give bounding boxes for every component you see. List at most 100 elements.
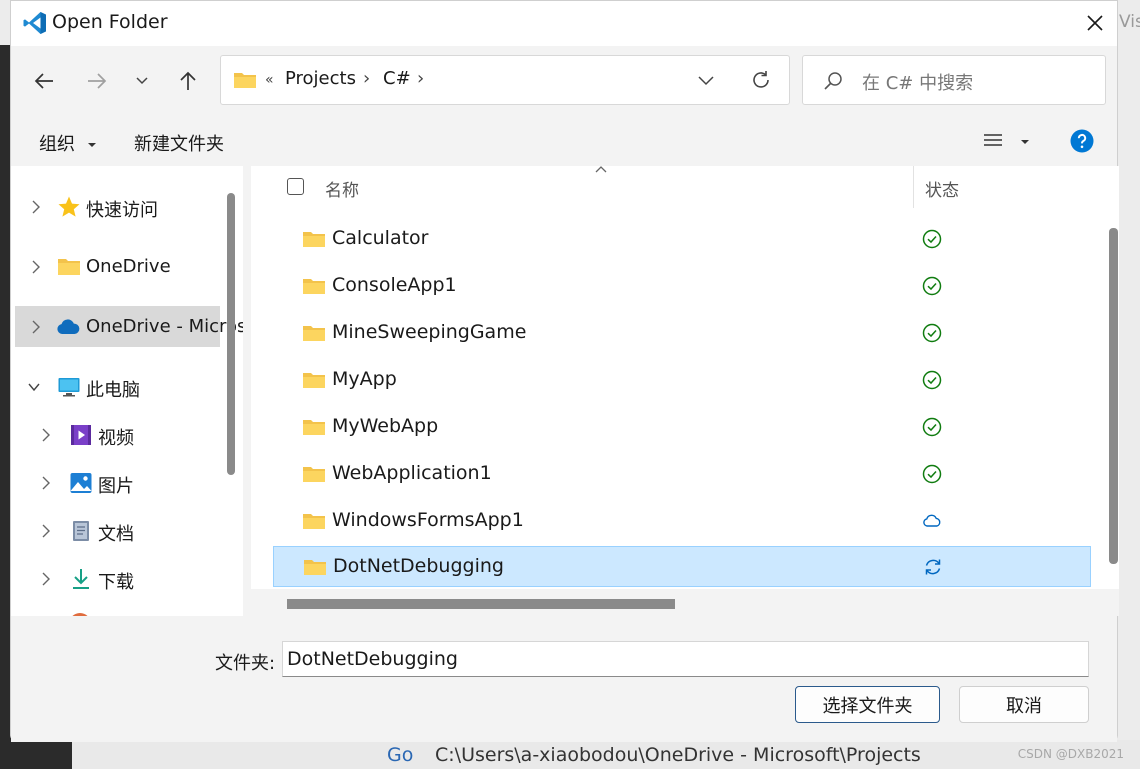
folder-icon bbox=[303, 232, 325, 247]
sidebar-item-downloads[interactable]: 下载 bbox=[15, 558, 220, 600]
folder-icon bbox=[303, 373, 325, 388]
close-icon bbox=[1087, 15, 1103, 31]
file-row[interactable]: WebApplication1 bbox=[273, 454, 1091, 494]
star-icon bbox=[58, 196, 80, 217]
sidebar-item-label: OneDrive bbox=[86, 256, 171, 277]
column-status[interactable]: 状态 bbox=[925, 176, 959, 201]
file-row[interactable]: MyApp bbox=[273, 360, 1091, 400]
search-box[interactable]: 在 C# 中搜索 bbox=[802, 55, 1106, 105]
window-title: Open Folder bbox=[52, 11, 168, 33]
sidebar-item-label: 下载 bbox=[98, 572, 134, 593]
address-bar[interactable]: « Projects › C# › bbox=[220, 55, 790, 105]
folder-icon bbox=[303, 420, 325, 435]
arrow-right-icon bbox=[88, 73, 107, 89]
vscode-icon bbox=[23, 12, 46, 34]
search-input[interactable]: 在 C# 中搜索 bbox=[862, 69, 973, 95]
select-all-checkbox[interactable] bbox=[287, 178, 304, 195]
file-name: Calculator bbox=[332, 227, 429, 249]
sidebar-item-quick-access[interactable]: 快速访问 bbox=[15, 186, 220, 228]
chevron-right-icon bbox=[42, 428, 50, 442]
sidebar-item-label: 文档 bbox=[98, 524, 134, 545]
breadcrumb-projects[interactable]: Projects bbox=[285, 68, 356, 89]
breadcrumb-separator[interactable]: › bbox=[363, 68, 370, 89]
open-folder-dialog: Open Folder « Projects › C# › 在 C# 中搜索 组… bbox=[10, 0, 1119, 742]
sidebar-item-pictures[interactable]: 图片 bbox=[15, 462, 220, 504]
file-list: 名称 状态 Calculator ConsoleApp1 MineSweepingG… bbox=[251, 166, 1119, 616]
horizontal-scrollbar[interactable] bbox=[287, 599, 675, 609]
arrow-up-icon bbox=[180, 71, 196, 90]
sidebar-item-onedrive-microsoft[interactable]: OneDrive - Microsoft bbox=[15, 306, 243, 347]
cloud-icon bbox=[57, 319, 80, 334]
column-divider[interactable] bbox=[913, 166, 914, 208]
cancel-button[interactable]: 取消 bbox=[959, 686, 1089, 723]
file-name: MineSweepingGame bbox=[332, 321, 527, 343]
sidebar-item-this-pc[interactable]: 此电脑 bbox=[15, 366, 220, 408]
folder-icon bbox=[303, 326, 325, 341]
file-row[interactable]: MineSweepingGame bbox=[273, 313, 1091, 353]
column-header: 名称 状态 bbox=[251, 166, 1119, 211]
folder-icon bbox=[303, 467, 325, 482]
vertical-scrollbar[interactable] bbox=[1109, 228, 1118, 564]
refresh-icon bbox=[753, 71, 769, 88]
computer-icon bbox=[58, 378, 80, 397]
chevron-right-icon bbox=[42, 524, 50, 538]
recent-locations-button[interactable] bbox=[127, 66, 157, 96]
refresh-button[interactable] bbox=[750, 69, 772, 95]
organize-label: 组织 bbox=[39, 134, 75, 155]
back-button[interactable] bbox=[29, 66, 59, 96]
file-row[interactable]: WindowsFormsApp1 bbox=[273, 501, 1091, 541]
new-folder-button[interactable]: 新建文件夹 bbox=[134, 130, 224, 156]
chevron-right-icon bbox=[42, 572, 50, 586]
chevron-right-icon bbox=[42, 476, 50, 490]
synced-check-icon bbox=[922, 370, 942, 390]
file-name: WebApplication1 bbox=[332, 462, 492, 484]
synced-check-icon bbox=[922, 323, 942, 343]
caret-down-icon bbox=[1021, 140, 1030, 144]
sync-pending-icon bbox=[925, 559, 941, 575]
command-bar: 组织 新建文件夹 bbox=[11, 118, 1117, 166]
breadcrumb-csharp[interactable]: C# bbox=[383, 68, 411, 89]
close-button[interactable] bbox=[1079, 7, 1111, 39]
download-icon bbox=[73, 569, 89, 589]
sidebar-item-videos[interactable]: 视频 bbox=[15, 414, 220, 456]
help-button[interactable] bbox=[1070, 129, 1094, 157]
folder-icon bbox=[303, 514, 325, 529]
sidebar-scrollbar[interactable] bbox=[227, 193, 235, 475]
navigation-pane: 快速访问 OneDrive OneDrive - Microsoft 此电脑 视… bbox=[11, 166, 243, 616]
folder-name-input[interactable] bbox=[282, 641, 1089, 677]
cloud-only-icon bbox=[923, 514, 941, 527]
select-folder-button[interactable]: 选择文件夹 bbox=[795, 686, 940, 723]
file-row[interactable]: MyWebApp bbox=[273, 407, 1091, 447]
arrow-left-icon bbox=[34, 73, 53, 89]
file-row[interactable]: Calculator bbox=[273, 219, 1091, 259]
background-go-link[interactable]: Go bbox=[387, 744, 413, 766]
synced-check-icon bbox=[922, 464, 942, 484]
chevron-down-icon bbox=[28, 383, 40, 392]
synced-check-icon bbox=[922, 229, 942, 249]
organize-menu[interactable]: 组织 bbox=[39, 130, 97, 156]
sidebar-item-onedrive[interactable]: OneDrive bbox=[15, 246, 220, 288]
video-icon bbox=[71, 425, 91, 445]
up-button[interactable] bbox=[173, 66, 203, 96]
column-name[interactable]: 名称 bbox=[325, 176, 359, 201]
chevron-right-icon bbox=[32, 320, 40, 334]
footer: 文件夹: 选择文件夹 取消 bbox=[11, 616, 1117, 742]
breadcrumb-separator[interactable]: › bbox=[417, 68, 424, 89]
file-row[interactable]: ConsoleApp1 bbox=[273, 266, 1091, 306]
view-options-button[interactable] bbox=[983, 132, 1030, 154]
folder-icon bbox=[303, 279, 325, 294]
forward-button[interactable] bbox=[82, 66, 112, 96]
file-row[interactable]: DotNetDebugging bbox=[273, 546, 1091, 587]
background-path: C:\Users\a-xiaobodou\OneDrive - Microsof… bbox=[435, 744, 921, 766]
background-text: Visu bbox=[1119, 12, 1140, 32]
watermark: CSDN @DXB2021 bbox=[1017, 747, 1124, 761]
breadcrumb-overflow[interactable]: « bbox=[265, 72, 274, 88]
search-icon bbox=[824, 72, 842, 90]
file-name: ConsoleApp1 bbox=[332, 274, 457, 296]
list-view-icon bbox=[984, 134, 1002, 146]
folder-label: 文件夹: bbox=[215, 653, 276, 674]
address-dropdown-button[interactable] bbox=[696, 70, 716, 94]
navigation-bar: « Projects › C# › 在 C# 中搜索 bbox=[11, 46, 1117, 118]
sidebar-item-documents[interactable]: 文档 bbox=[15, 510, 220, 552]
sidebar-item-label: 视频 bbox=[98, 428, 134, 449]
